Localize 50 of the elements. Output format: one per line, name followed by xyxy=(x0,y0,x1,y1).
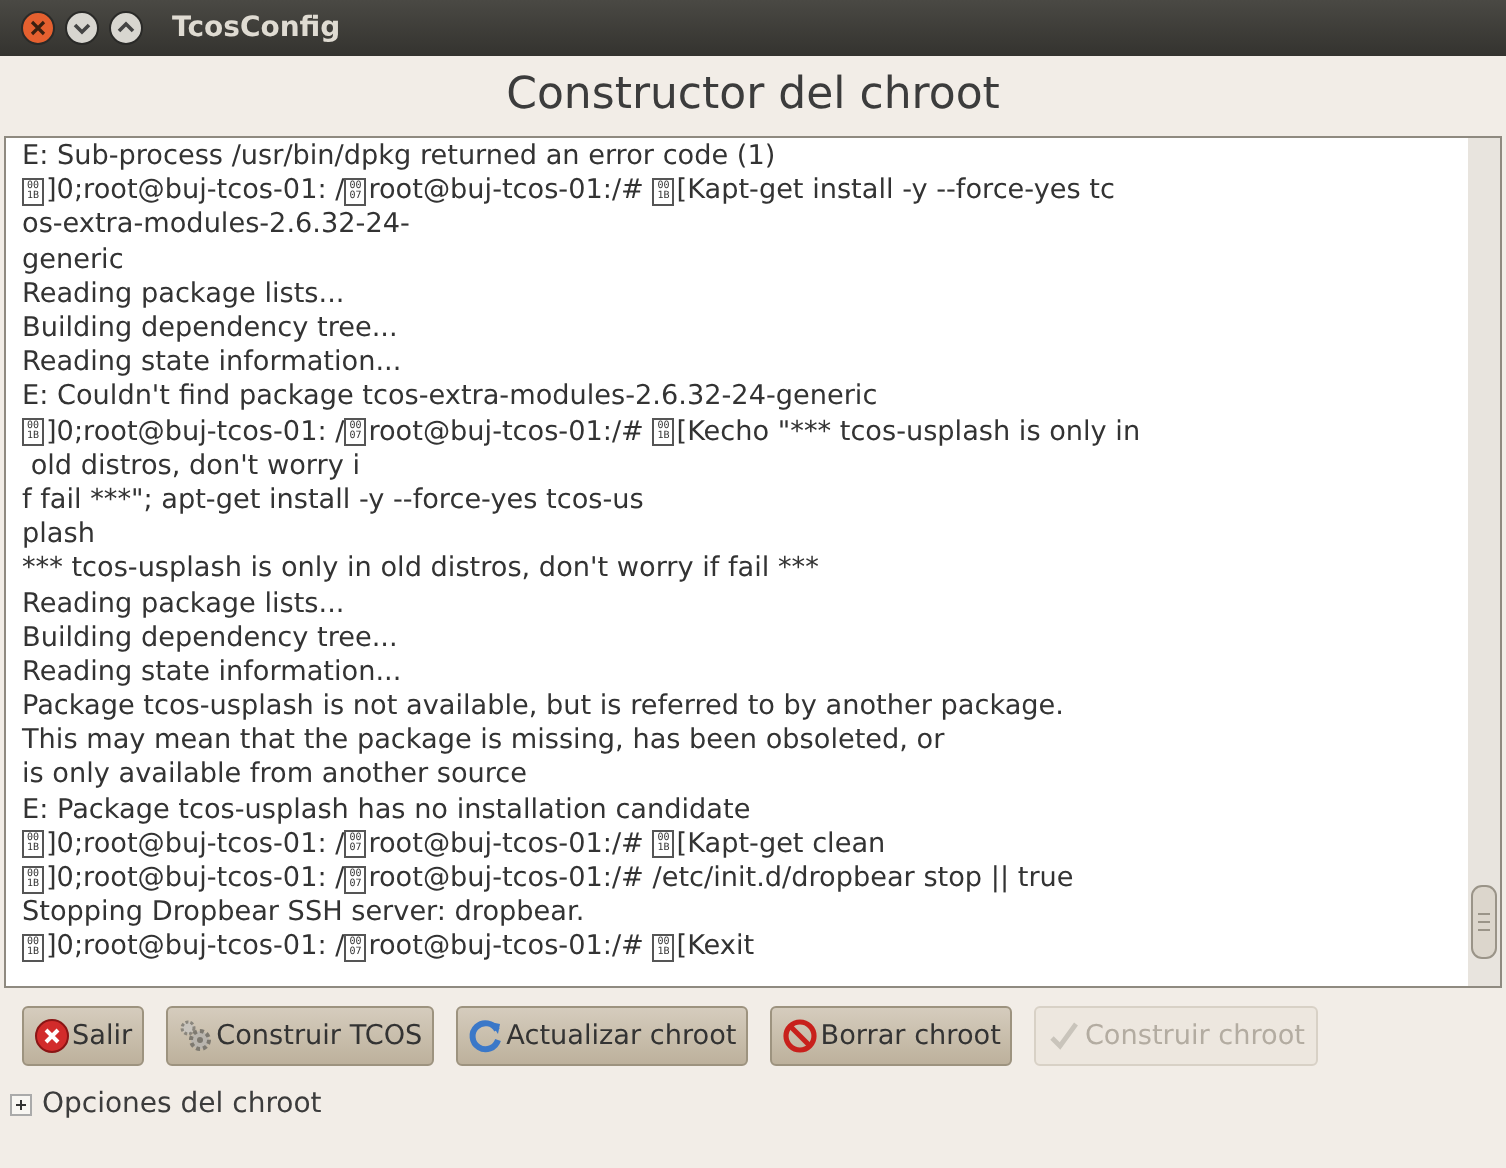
minimize-icon[interactable] xyxy=(64,10,100,46)
log-text: E: Package tcos-usplash has no installation candidate xyxy=(22,793,751,828)
log-text: [Kecho "*** tcos-usplash is only in xyxy=(676,415,1141,450)
log-text: root@buj-tcos-01:/# xyxy=(368,930,646,965)
log-text: f fail ***"; apt-get install -y --force-yes tcos-us xyxy=(22,483,644,518)
log-text: root@buj-tcos-01:/# xyxy=(368,415,646,450)
log-text: This may mean that the package is missing, has been obsoleted, or xyxy=(22,724,945,759)
dialog-heading: Constructor del chroot xyxy=(506,68,1000,124)
check-icon xyxy=(1046,1018,1083,1054)
window-title: TcosConfig xyxy=(172,9,341,47)
log-text: ]0;root@buj-tcos-01: / xyxy=(46,415,345,450)
log-text: Building dependency tree... xyxy=(22,312,398,347)
toolbar-button[interactable]: Salir xyxy=(22,1006,145,1066)
log-text: [Kapt-get install -y --force-yes tc xyxy=(676,174,1115,209)
log-text: ]0;root@buj-tcos-01: / xyxy=(46,174,345,209)
log-text: old distros, don't worry i xyxy=(28,449,360,484)
gears-icon xyxy=(178,1018,215,1054)
log-text: ]0;root@buj-tcos-01: / xyxy=(46,827,345,862)
toolbar-button[interactable]: Actualizar chroot xyxy=(456,1006,749,1066)
toolbar-button[interactable]: Borrar chroot xyxy=(770,1006,1013,1066)
expander-label[interactable]: Opciones del chroot xyxy=(42,1084,322,1126)
log-text: ]0;root@buj-tcos-01: / xyxy=(46,930,345,965)
log-text: is only available from another source xyxy=(22,758,528,793)
log-text: root@buj-tcos-01:/# /etc/init.d/dropbear stop || true xyxy=(368,862,1074,897)
log-text: E: Sub-process /usr/bin/dpkg returned an error code (1) xyxy=(22,140,776,175)
log-text: *** tcos-usplash is only in old distros, don't worry if fail *** xyxy=(22,552,819,587)
log-text: root@buj-tcos-01:/# xyxy=(368,174,646,209)
maximize-icon[interactable] xyxy=(108,10,144,46)
expander-icon[interactable] xyxy=(10,1094,32,1116)
log-text: Reading state information... xyxy=(22,655,402,690)
log-text: Package tcos-usplash is not available, but is referred to by another package. xyxy=(22,690,1064,725)
log-text: [Kapt-get clean xyxy=(676,827,886,862)
log-text: root@buj-tcos-01:/# xyxy=(368,827,646,862)
log-text: generic xyxy=(22,243,124,278)
log-text: Reading package lists... xyxy=(22,277,345,312)
log-text: plash xyxy=(22,518,95,553)
refresh-icon xyxy=(468,1018,505,1054)
scrollbar[interactable] xyxy=(1468,138,1500,986)
cancel-icon xyxy=(34,1018,70,1054)
close-icon[interactable] xyxy=(20,10,56,46)
log-text: Reading state information... xyxy=(22,346,402,381)
log-text: os-extra-modules-2.6.32-24- xyxy=(22,208,410,243)
log-text: Stopping Dropbear SSH server: dropbear. xyxy=(22,896,585,931)
toolbar-button[interactable]: Construir TCOS xyxy=(166,1006,435,1066)
log-text: E: Couldn't find package tcos-extra-modules-2.6.32-24-generic xyxy=(22,380,878,415)
log-text: ]0;root@buj-tcos-01: / xyxy=(46,862,345,897)
log-text: Building dependency tree... xyxy=(22,621,398,656)
log-text: Reading package lists... xyxy=(22,587,345,622)
prohibited-icon xyxy=(782,1018,819,1054)
log-text: [Kexit xyxy=(676,930,755,965)
